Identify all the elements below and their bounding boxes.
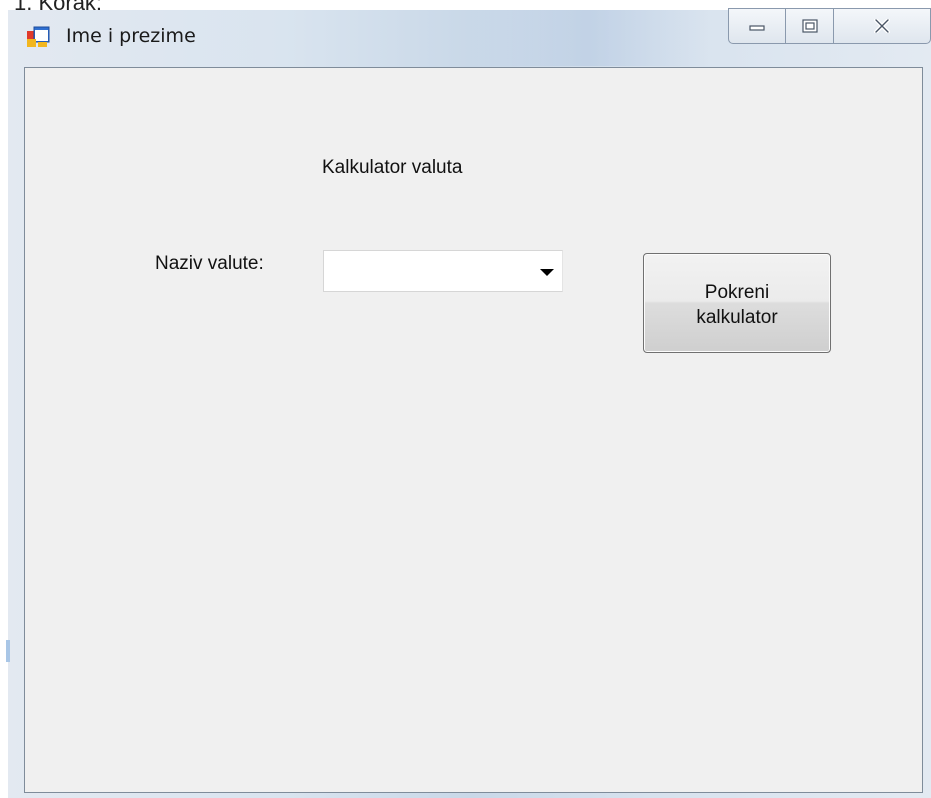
form-heading: Kalkulator valuta — [322, 157, 463, 178]
screenshot-stage: 1. Korak: Ime i prezime Kalkulator valut… — [0, 0, 931, 798]
title-bar[interactable]: Ime i prezime — [8, 8, 931, 66]
app-window: Ime i prezime Kalkulator valuta Naziv va… — [8, 8, 931, 798]
currency-name-label: Naziv valute: — [155, 253, 264, 274]
run-calculator-button[interactable]: Pokreni kalkulator — [643, 253, 831, 353]
minimize-icon — [749, 25, 765, 31]
maximize-button[interactable] — [786, 8, 834, 44]
run-calculator-button-label: Pokreni kalkulator — [696, 282, 778, 328]
caption-buttons — [728, 8, 931, 46]
close-button[interactable] — [834, 8, 931, 44]
window-title: Ime i prezime — [66, 25, 196, 47]
left-edge-artifact — [6, 640, 10, 662]
maximize-icon — [801, 19, 818, 33]
winforms-app-icon — [27, 26, 50, 47]
form-client-area: Kalkulator valuta Naziv valute: Pokreni … — [24, 67, 923, 793]
minimize-button[interactable] — [728, 8, 786, 44]
currency-select[interactable] — [323, 250, 563, 292]
chevron-down-icon[interactable] — [540, 269, 554, 276]
close-icon — [874, 19, 890, 33]
